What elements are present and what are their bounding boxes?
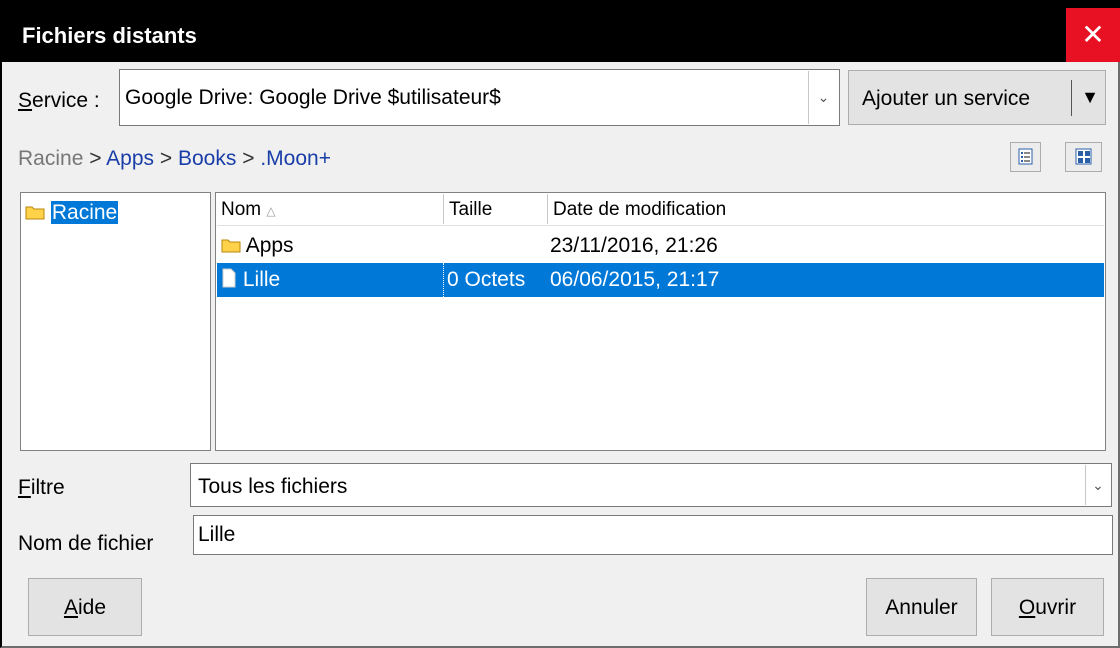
breadcrumb: Racine > Apps > Books > .Moon+ xyxy=(18,143,331,175)
file-date-cell: 06/06/2015, 21:17 xyxy=(550,268,720,291)
close-icon: ✕ xyxy=(1081,19,1105,50)
filename-field[interactable] xyxy=(193,515,1113,555)
file-date-cell: 23/11/2016, 21:26 xyxy=(550,234,718,257)
filter-label: Filtre xyxy=(18,476,65,499)
breadcrumb-separator: > xyxy=(159,147,173,170)
column-header-size[interactable]: Taille xyxy=(443,194,547,224)
cancel-button[interactable]: Annuler xyxy=(866,578,977,636)
file-name-cell: Apps xyxy=(221,229,294,263)
breadcrumb-root[interactable]: Racine xyxy=(18,147,83,170)
table-row-selected[interactable]: Lille 0 Octets 06/06/2015, 21:17 xyxy=(217,263,1104,297)
header-divider xyxy=(217,225,1104,226)
table-row[interactable]: Apps 23/11/2016, 21:26 xyxy=(217,229,1104,263)
close-button[interactable]: ✕ xyxy=(1066,8,1120,62)
service-value: Google Drive: Google Drive $utilisateur$ xyxy=(125,86,501,109)
window-title: Fichiers distants xyxy=(22,23,197,48)
column-header-date[interactable]: Date de modification xyxy=(547,194,1104,224)
filter-dropdown-arrow[interactable]: ⌄ xyxy=(1085,465,1110,505)
tree-item-label: Racine xyxy=(50,201,119,224)
chevron-down-icon: ⌄ xyxy=(1092,477,1104,493)
file-name-cell: Lille xyxy=(221,263,280,297)
list-view-icon xyxy=(1018,148,1033,165)
file-size-cell: 0 Octets xyxy=(443,263,525,297)
service-dropdown-arrow[interactable]: ⌄ xyxy=(808,71,838,124)
sort-ascending-icon: △ xyxy=(266,204,276,218)
chevron-down-icon: ⌄ xyxy=(817,89,830,105)
filename-label: Nom de fichier xyxy=(18,532,154,555)
open-button[interactable]: Ouvrir xyxy=(991,578,1104,636)
triangle-down-icon: ▼ xyxy=(1081,87,1099,107)
filter-value: Tous les fichiers xyxy=(198,475,348,498)
breadcrumb-separator: > xyxy=(89,147,102,170)
breadcrumb-item-moon[interactable]: .Moon+ xyxy=(260,147,331,170)
column-header-name[interactable]: Nom △ xyxy=(217,194,443,224)
help-button[interactable]: Aide xyxy=(28,578,142,636)
list-view-button[interactable] xyxy=(1010,142,1041,172)
icon-view-icon xyxy=(1075,148,1092,165)
file-icon xyxy=(222,268,236,288)
folder-icon xyxy=(25,206,45,220)
add-service-label: Ajouter un service xyxy=(862,87,1031,110)
icon-view-button[interactable] xyxy=(1065,142,1102,172)
folder-tree[interactable] xyxy=(20,192,211,451)
add-service-menu-button[interactable]: ▼ xyxy=(1075,70,1105,125)
breadcrumb-item-apps[interactable]: Apps xyxy=(106,147,154,170)
folder-icon xyxy=(221,239,241,253)
breadcrumb-separator: > xyxy=(242,147,255,170)
service-label: Service : xyxy=(18,89,100,112)
breadcrumb-item-books[interactable]: Books xyxy=(178,147,236,170)
tree-item-racine[interactable]: Racine xyxy=(25,197,119,229)
add-service-separator xyxy=(1071,80,1072,116)
